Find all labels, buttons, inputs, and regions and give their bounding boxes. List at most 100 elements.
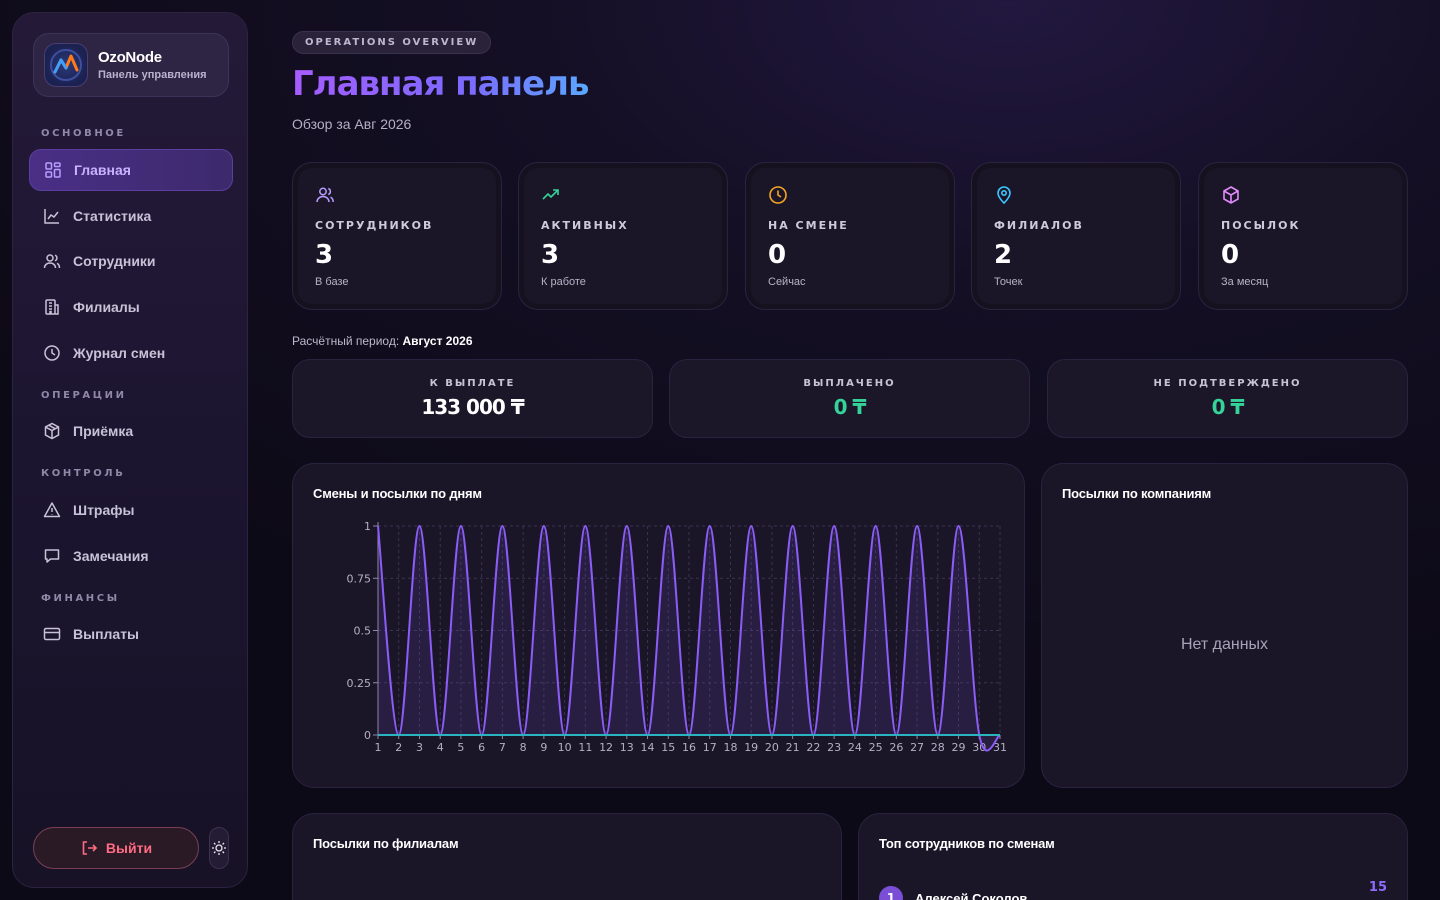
billing-period-label: Расчётный период:	[292, 334, 400, 348]
map-pin-icon	[997, 186, 1011, 205]
sidebar-item-home[interactable]: Главная	[29, 149, 233, 191]
section-label-finance: ФИНАНСЫ	[41, 593, 120, 604]
x-tick-label: 24	[848, 741, 862, 754]
payout-value: 0 ₸	[1211, 395, 1245, 419]
employee-name: Алексей Соколов	[915, 890, 1028, 900]
x-tick-label: 10	[558, 741, 572, 754]
payout-value: 133 000 ₸	[421, 395, 524, 419]
x-tick-label: 29	[952, 741, 966, 754]
users-icon	[43, 254, 61, 269]
x-tick-label: 9	[540, 741, 547, 754]
page-subtitle: Обзор за Авг 2026	[292, 116, 412, 132]
stat-value: 2	[994, 240, 1013, 270]
brand[interactable]: OzoNode Панель управления	[33, 33, 229, 97]
brand-subtitle: Панель управления	[98, 69, 207, 81]
section-label-control: КОНТРОЛЬ	[41, 468, 126, 479]
sidebar-item-fines[interactable]: Штрафы	[29, 489, 233, 531]
x-tick-label: 16	[682, 741, 696, 754]
x-tick-label: 23	[827, 741, 841, 754]
clock-icon	[44, 345, 60, 361]
x-tick-label: 8	[520, 741, 527, 754]
page-title: Главная панель	[292, 64, 590, 104]
x-tick-label: 19	[744, 741, 758, 754]
x-tick-label: 20	[765, 741, 779, 754]
sidebar-item-shift-log[interactable]: Журнал смен	[29, 332, 233, 374]
clock-icon	[769, 186, 787, 204]
sidebar-item-label: Штрафы	[73, 502, 135, 518]
sidebar-item-employees[interactable]: Сотрудники	[29, 240, 233, 282]
brand-name: OzoNode	[98, 49, 162, 66]
x-tick-label: 7	[499, 741, 506, 754]
section-label-main: ОСНОВНОЕ	[41, 128, 126, 139]
brand-logo-icon	[44, 43, 88, 87]
sidebar-item-label: Главная	[74, 162, 131, 178]
stat-label: АКТИВНЫХ	[541, 219, 629, 232]
users-icon	[316, 187, 334, 203]
x-tick-label: 4	[437, 741, 444, 754]
stat-value: 0	[1221, 240, 1240, 270]
stat-card-branches: ФИЛИАЛОВ 2 Точек	[971, 162, 1181, 310]
x-tick-label: 22	[806, 741, 820, 754]
theme-toggle-button[interactable]	[209, 827, 229, 869]
sidebar-item-label: Замечания	[73, 548, 149, 564]
chart-line-icon	[44, 209, 59, 224]
stat-label: ФИЛИАЛОВ	[994, 219, 1084, 232]
x-tick-label: 5	[457, 741, 464, 754]
x-tick-label: 11	[578, 741, 592, 754]
x-tick-label: 3	[416, 741, 423, 754]
logout-button[interactable]: Выйти	[33, 827, 199, 869]
x-tick-label: 28	[931, 741, 945, 754]
section-pill: OPERATIONS OVERVIEW	[292, 31, 492, 54]
payout-label: К ВЫПЛАТЕ	[429, 378, 516, 389]
list-item[interactable]: 1 Алексей Соколов	[879, 886, 1027, 900]
billing-period-value: Август 2026	[402, 334, 473, 348]
payout-label: НЕ ПОДТВЕРЖДЕНО	[1153, 378, 1302, 389]
stat-card-active: АКТИВНЫХ 3 К работе	[518, 162, 728, 310]
grid-icon	[45, 162, 61, 178]
x-tick-label: 12	[599, 741, 613, 754]
sidebar-item-payouts[interactable]: Выплаты	[29, 613, 233, 655]
sidebar-item-remarks[interactable]: Замечания	[29, 535, 233, 577]
logout-label: Выйти	[105, 840, 153, 856]
sidebar-item-label: Статистика	[73, 208, 152, 224]
stat-note: В базе	[315, 276, 349, 288]
message-icon	[44, 549, 60, 563]
sidebar-item-receiving[interactable]: Приёмка	[29, 410, 233, 452]
sidebar-item-branches[interactable]: Филиалы	[29, 286, 233, 328]
branches-panel: Посылки по филиалам	[292, 813, 842, 900]
section-label-operations: ОПЕРАЦИИ	[41, 390, 127, 401]
y-tick-label: 1	[364, 520, 371, 533]
y-tick-label: 0.75	[347, 572, 372, 585]
logout-icon	[82, 841, 98, 855]
panel-title: Топ сотрудников по сменам	[879, 836, 1055, 851]
card-icon	[43, 627, 61, 641]
panel-title: Посылки по компаниям	[1062, 486, 1212, 501]
sidebar-item-label: Филиалы	[73, 299, 140, 315]
y-tick-label: 0.5	[354, 625, 372, 638]
sidebar-item-label: Журнал смен	[73, 345, 166, 361]
stat-card-parcels: ПОСЫЛОК 0 За месяц	[1198, 162, 1408, 310]
stat-card-on-shift: НА СМЕНЕ 0 Сейчас	[745, 162, 955, 310]
sun-icon	[212, 841, 226, 855]
payout-card-unconfirmed: НЕ ПОДТВЕРЖДЕНО 0 ₸	[1047, 359, 1408, 438]
shifts-chart-panel: Смены и посылки по дням 0 0.25 0.5 0.75 1 1 2 3…	[292, 463, 1025, 788]
x-tick-label: 15	[661, 741, 675, 754]
warning-icon	[43, 502, 61, 518]
stat-note: За месяц	[1221, 276, 1269, 288]
stat-note: Сейчас	[768, 276, 806, 288]
shift-count: 15	[1368, 880, 1387, 895]
billing-period: Расчётный период: Август 2026	[292, 334, 473, 348]
x-tick-label: 13	[620, 741, 634, 754]
x-tick-label: 25	[869, 741, 883, 754]
x-tick-label: 27	[910, 741, 924, 754]
x-tick-label: 1	[375, 741, 382, 754]
x-tick-label: 14	[641, 741, 655, 754]
payout-card-due: К ВЫПЛАТЕ 133 000 ₸	[292, 359, 653, 438]
sidebar-item-statistics[interactable]: Статистика	[29, 195, 233, 237]
stat-label: СОТРУДНИКОВ	[315, 219, 434, 232]
y-tick-label: 0.25	[347, 677, 372, 690]
payout-value: 0 ₸	[833, 395, 867, 419]
x-tick-label: 2	[395, 741, 402, 754]
stat-label: ПОСЫЛОК	[1221, 219, 1301, 232]
payout-card-paid: ВЫПЛАЧЕНО 0 ₸	[669, 359, 1030, 438]
